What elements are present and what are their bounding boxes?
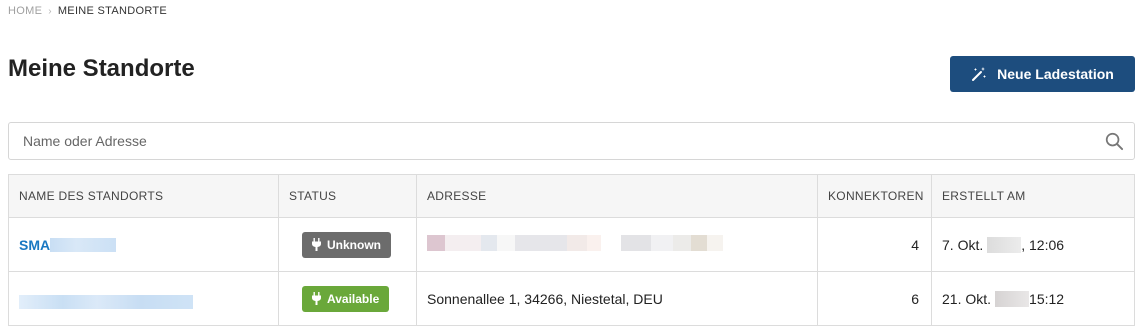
cell-connectors: 4 bbox=[817, 217, 932, 272]
new-station-button[interactable]: Neue Ladestation bbox=[950, 56, 1135, 92]
redacted-text bbox=[19, 294, 193, 309]
cell-name bbox=[8, 271, 279, 326]
search-bar bbox=[8, 122, 1135, 160]
cell-status: Unknown bbox=[278, 217, 417, 272]
cell-connectors: 6 bbox=[817, 271, 932, 326]
cell-created: 7. Okt. , 12:06 bbox=[931, 217, 1135, 272]
search-input[interactable] bbox=[9, 123, 1089, 159]
column-header-address[interactable]: ADRESSE bbox=[416, 174, 818, 218]
created-date-suffix: 15:12 bbox=[1029, 290, 1065, 307]
breadcrumb-separator-icon: › bbox=[48, 5, 52, 17]
locations-table: NAME DES STANDORTS STATUS ADRESSE KONNEK… bbox=[8, 174, 1135, 326]
location-name-link[interactable] bbox=[19, 294, 193, 309]
breadcrumb-home-link[interactable]: HOME bbox=[8, 5, 42, 17]
column-header-created[interactable]: ERSTELLT AM bbox=[931, 174, 1135, 218]
table-header-row: NAME DES STANDORTS STATUS ADRESSE KONNEK… bbox=[8, 174, 1135, 218]
cell-address: Sonnenallee 1, 34266, Niestetal, DEU bbox=[416, 271, 818, 326]
plug-icon bbox=[312, 292, 321, 305]
created-date-prefix: 21. Okt. bbox=[942, 290, 992, 307]
created-date-suffix: , 12:06 bbox=[1021, 236, 1065, 253]
column-header-connectors[interactable]: KONNEKTOREN bbox=[817, 174, 932, 218]
column-header-name[interactable]: NAME DES STANDORTS bbox=[8, 174, 279, 218]
location-name-text: SMA bbox=[19, 236, 51, 253]
breadcrumb: HOME › MEINE STANDORTE bbox=[8, 5, 167, 17]
status-label: Available bbox=[327, 291, 380, 306]
plug-icon bbox=[312, 238, 321, 251]
magic-wand-icon bbox=[972, 67, 987, 81]
redacted-year bbox=[995, 290, 1030, 307]
search-icon[interactable] bbox=[1105, 132, 1124, 151]
created-date-prefix: 7. Okt. bbox=[942, 236, 984, 253]
table-row[interactable]: SMA Unknown 4 7. Okt. , 12:06 bbox=[8, 217, 1135, 272]
status-label: Unknown bbox=[327, 237, 381, 252]
column-header-status[interactable]: STATUS bbox=[278, 174, 417, 218]
redacted-text bbox=[50, 237, 117, 252]
page-title: Meine Standorte bbox=[8, 55, 195, 82]
redacted-year bbox=[987, 236, 1022, 253]
cell-address bbox=[416, 217, 818, 272]
status-badge: Available bbox=[302, 285, 390, 312]
cell-status: Available bbox=[278, 271, 417, 326]
table-row[interactable]: Available Sonnenallee 1, 34266, Niesteta… bbox=[8, 271, 1135, 326]
status-badge: Unknown bbox=[302, 231, 391, 258]
breadcrumb-current: MEINE STANDORTE bbox=[57, 5, 168, 17]
cell-created: 21. Okt. 15:12 bbox=[932, 272, 1135, 326]
location-name-link[interactable]: SMA bbox=[19, 236, 117, 253]
cell-name: SMA bbox=[8, 217, 279, 272]
new-station-button-label: Neue Ladestation bbox=[997, 66, 1114, 82]
redacted-address bbox=[427, 235, 723, 251]
